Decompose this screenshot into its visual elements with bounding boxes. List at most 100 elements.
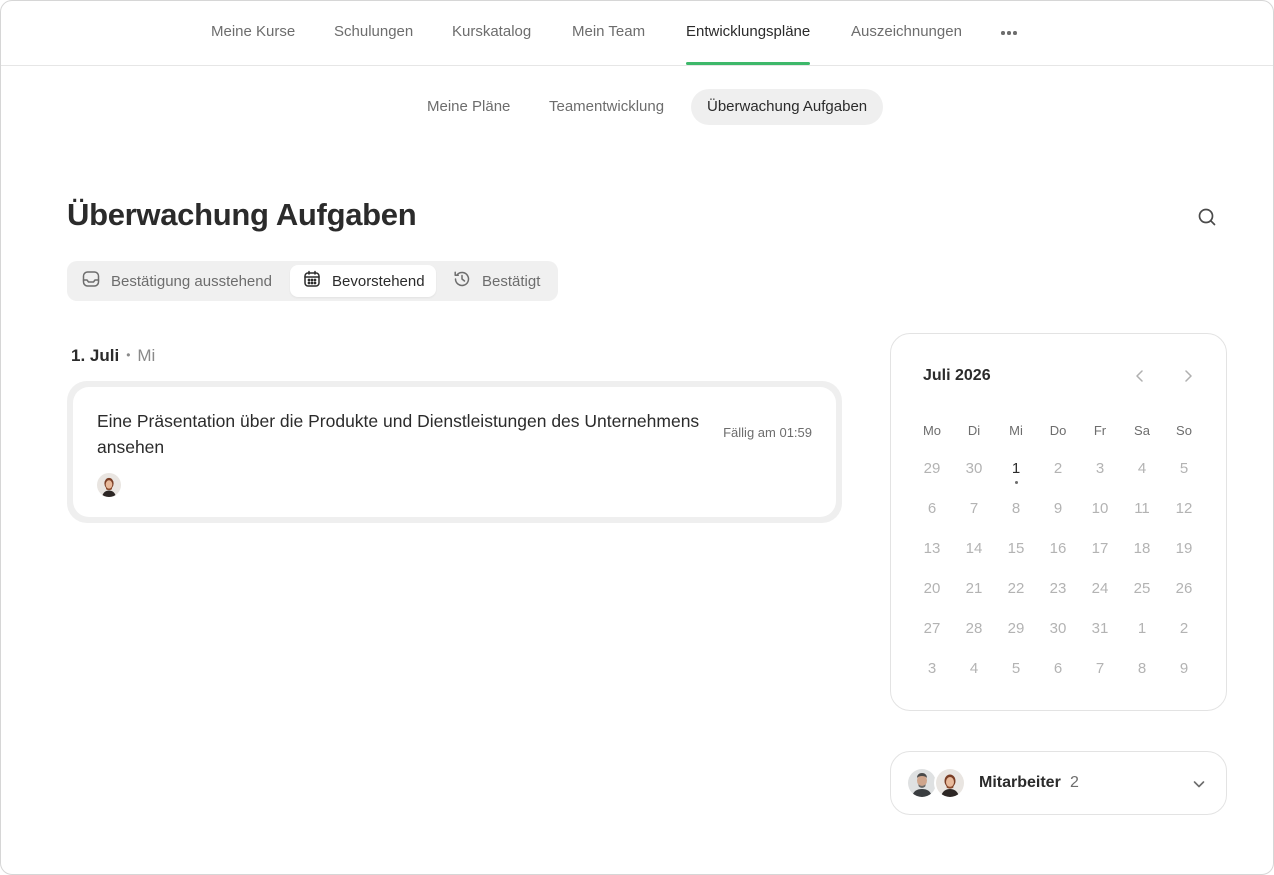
filter-label: Bestätigt <box>482 272 541 290</box>
subnav-ueberwachung-aufgaben[interactable]: Überwachung Aufgaben <box>691 89 884 125</box>
calendar-day[interactable]: 11 <box>1125 494 1159 524</box>
calendar-day[interactable]: 17 <box>1083 534 1117 564</box>
nav-meine-kurse[interactable]: Meine Kurse <box>211 1 295 65</box>
calendar-day-number: 3 <box>1095 460 1105 477</box>
calendar-day[interactable]: 13 <box>915 534 949 564</box>
calendar-day-number: 28 <box>965 620 983 637</box>
calendar-day[interactable]: 1 <box>1125 614 1159 644</box>
calendar-day[interactable]: 18 <box>1125 534 1159 564</box>
calendar-day[interactable]: 3 <box>915 654 949 684</box>
filter-bestaetigung-ausstehend[interactable]: Bestätigung ausstehend <box>81 265 276 297</box>
nav-auszeichnungen[interactable]: Auszeichnungen <box>851 1 962 65</box>
calendar-day[interactable]: 23 <box>1041 574 1075 604</box>
calendar-day[interactable]: 4 <box>1125 454 1159 484</box>
calendar-day-number: 4 <box>1137 460 1147 477</box>
search-icon[interactable] <box>1196 206 1218 228</box>
calendar-month-title: Juli 2026 <box>923 367 991 384</box>
calendar-weekday: Sa <box>1134 423 1150 438</box>
filter-bevorstehend[interactable]: Bevorstehend <box>290 265 436 297</box>
calendar-day-number: 31 <box>1091 620 1109 637</box>
nav-mein-team[interactable]: Mein Team <box>572 1 645 65</box>
calendar-day-number: 4 <box>969 660 979 677</box>
calendar-day[interactable]: 5 <box>1167 454 1201 484</box>
calendar-day[interactable]: 29 <box>915 454 949 484</box>
filter-bestaetigt[interactable]: Bestätigt <box>452 265 540 297</box>
calendar-day-number: 7 <box>969 500 979 517</box>
calendar-weekday: So <box>1176 423 1192 438</box>
calendar-weekday: Mi <box>1009 423 1023 438</box>
calendar-day[interactable]: 22 <box>999 574 1033 604</box>
calendar-day[interactable]: 6 <box>915 494 949 524</box>
date-weekday: Mi <box>137 346 156 365</box>
calendar-day-number: 25 <box>1133 580 1151 597</box>
calendar-day-number: 16 <box>1049 540 1067 557</box>
calendar-day[interactable]: 5 <box>999 654 1033 684</box>
status-filter: Bestätigung ausstehend Bevorstehend Best… <box>67 261 558 301</box>
calendar-day[interactable]: 16 <box>1041 534 1075 564</box>
calendar-day[interactable]: 15 <box>999 534 1033 564</box>
app-window: Meine Kurse Schulungen Kurskatalog Mein … <box>0 0 1274 875</box>
calendar-day[interactable]: 14 <box>957 534 991 564</box>
calendar-day-number: 1 <box>1137 620 1147 637</box>
calendar-day-number: 17 <box>1091 540 1109 557</box>
calendar-day-number: 30 <box>1049 620 1067 637</box>
calendar-day[interactable]: 19 <box>1167 534 1201 564</box>
chevron-down-icon[interactable] <box>1191 776 1207 792</box>
more-dots-icon[interactable] <box>999 26 1019 40</box>
calendar-day-number: 2 <box>1053 460 1063 477</box>
calendar-day[interactable]: 21 <box>957 574 991 604</box>
date-group-heading: 1. Juli • Mi <box>71 346 155 366</box>
calendar-day[interactable]: 4 <box>957 654 991 684</box>
calendar-day[interactable]: 1 <box>999 454 1033 484</box>
task-card[interactable]: Eine Präsentation über die Produkte und … <box>73 387 836 517</box>
subnav-teamentwicklung[interactable]: Teamentwicklung <box>533 89 680 125</box>
calendar-day[interactable]: 12 <box>1167 494 1201 524</box>
calendar-day-number: 2 <box>1179 620 1189 637</box>
history-icon <box>452 269 482 293</box>
calendar-day[interactable]: 8 <box>1125 654 1159 684</box>
calendar-day[interactable]: 3 <box>1083 454 1117 484</box>
calendar-day[interactable]: 27 <box>915 614 949 644</box>
calendar-day-number: 9 <box>1179 660 1189 677</box>
calendar-day[interactable]: 2 <box>1167 614 1201 644</box>
calendar-day-number: 6 <box>1053 660 1063 677</box>
calendar-day[interactable]: 9 <box>1167 654 1201 684</box>
calendar-day-number: 7 <box>1095 660 1105 677</box>
calendar-day[interactable]: 2 <box>1041 454 1075 484</box>
calendar-day-number: 21 <box>965 580 983 597</box>
top-navigation: Meine Kurse Schulungen Kurskatalog Mein … <box>1 1 1273 66</box>
calendar-weekday: Fr <box>1093 423 1107 438</box>
chevron-right-icon[interactable] <box>1180 368 1196 384</box>
nav-kurskatalog[interactable]: Kurskatalog <box>452 1 531 65</box>
calendar-day[interactable]: 7 <box>1083 654 1117 684</box>
calendar-day[interactable]: 31 <box>1083 614 1117 644</box>
event-dot <box>1014 481 1018 484</box>
chevron-left-icon[interactable] <box>1132 368 1148 384</box>
calendar-day[interactable]: 8 <box>999 494 1033 524</box>
nav-schulungen[interactable]: Schulungen <box>334 1 413 65</box>
calendar-day[interactable]: 26 <box>1167 574 1201 604</box>
calendar-day[interactable]: 7 <box>957 494 991 524</box>
calendar-day[interactable]: 6 <box>1041 654 1075 684</box>
filter-label: Bestätigung ausstehend <box>111 272 272 290</box>
page-title: Überwachung Aufgaben <box>67 197 417 232</box>
team-members-dropdown[interactable]: Mitarbeiter 2 <box>890 751 1227 815</box>
avatar <box>97 473 121 497</box>
calendar-weekday: Mo <box>922 423 942 438</box>
calendar-day-number: 20 <box>923 580 941 597</box>
inbox-icon <box>81 269 111 293</box>
team-count: 2 <box>1070 774 1079 791</box>
subnav-meine-plaene[interactable]: Meine Pläne <box>411 89 526 125</box>
calendar-day[interactable]: 9 <box>1041 494 1075 524</box>
calendar-day[interactable]: 25 <box>1125 574 1159 604</box>
calendar-day[interactable]: 28 <box>957 614 991 644</box>
date-day: 1. Juli <box>71 346 120 365</box>
calendar-day[interactable]: 29 <box>999 614 1033 644</box>
calendar-day[interactable]: 24 <box>1083 574 1117 604</box>
calendar-day[interactable]: 10 <box>1083 494 1117 524</box>
calendar-day[interactable]: 30 <box>1041 614 1075 644</box>
calendar-day[interactable]: 30 <box>957 454 991 484</box>
calendar-day-number: 15 <box>1007 540 1025 557</box>
calendar-day[interactable]: 20 <box>915 574 949 604</box>
nav-entwicklungsplaene[interactable]: Entwicklungspläne <box>686 1 811 65</box>
